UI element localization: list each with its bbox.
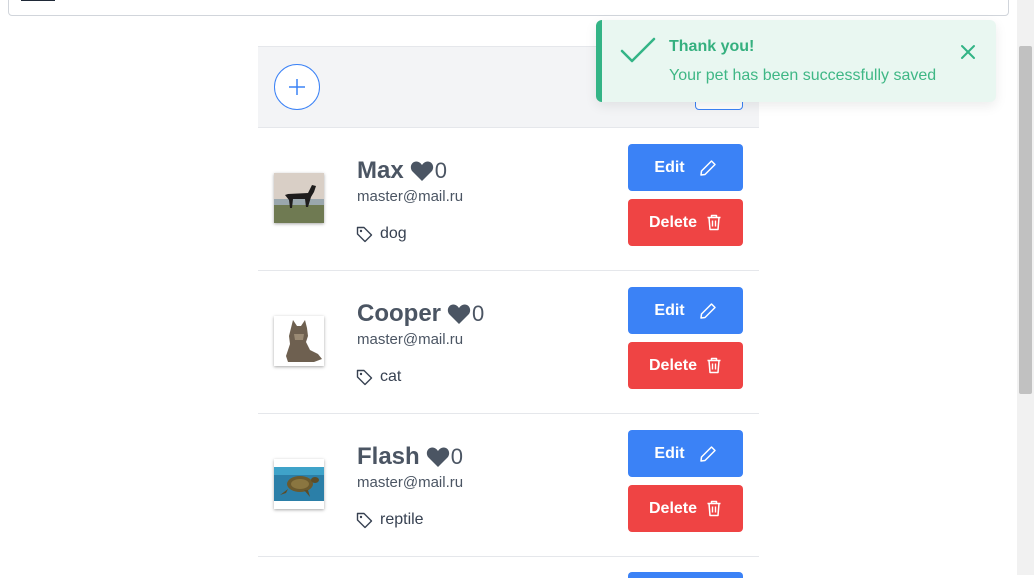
checkmark-icon [620, 37, 656, 63]
delete-label: Delete [648, 213, 698, 231]
delete-label: Delete [648, 499, 698, 517]
plus-icon [289, 79, 305, 95]
delete-label: Delete [648, 356, 698, 374]
pet-name: Flash [357, 443, 420, 470]
pet-name-line: Flash 0 [357, 442, 463, 472]
pet-tag: cat [356, 368, 401, 386]
edit-label: Edit [654, 301, 685, 319]
heart-icon[interactable] [447, 303, 471, 325]
close-icon[interactable] [958, 42, 978, 62]
delete-button[interactable]: Delete [628, 485, 743, 532]
pet-name-line: Cooper 0 [357, 299, 484, 329]
edit-label: Edit [654, 444, 685, 462]
edit-button[interactable]: Edit [628, 287, 743, 334]
top-header [8, 0, 1009, 16]
like-count: 0 [434, 158, 447, 183]
trash-icon [706, 500, 722, 517]
pet-name-line: Max 0 [357, 156, 447, 186]
toast-message: Your pet has been successfully saved [669, 67, 937, 84]
owner-email: master@mail.ru [357, 188, 464, 205]
pencil-icon [699, 445, 717, 463]
tag-icon [356, 512, 373, 528]
delete-button[interactable]: Delete [628, 199, 743, 246]
pencil-icon [699, 159, 717, 177]
header-logo-mark [21, 0, 55, 1]
heart-icon[interactable] [410, 160, 434, 182]
trash-icon [706, 214, 722, 231]
tag-label: dog [380, 225, 407, 242]
pet-photo [274, 316, 324, 366]
add-pet-button[interactable] [274, 64, 320, 110]
owner-email: master@mail.ru [357, 474, 464, 491]
heart-icon[interactable] [426, 446, 450, 468]
like-count: 0 [472, 301, 485, 326]
vertical-scrollbar[interactable] [1017, 0, 1034, 575]
next-row-edit-button[interactable] [628, 572, 743, 578]
success-toast: Thank you! Your pet has been successfull… [596, 20, 996, 102]
pet-card: Flash 0 master@mail.ru reptile Edit Dele… [258, 414, 759, 557]
pet-tag: dog [356, 225, 407, 243]
pet-name: Cooper [357, 300, 441, 327]
trash-icon [706, 357, 722, 374]
owner-email: master@mail.ru [357, 331, 464, 348]
tag-label: cat [380, 368, 402, 385]
pet-card: Max 0 master@mail.ru dog Edit Delete [258, 128, 759, 271]
like-count: 0 [450, 444, 463, 469]
toast-title: Thank you! [669, 38, 755, 55]
edit-button[interactable]: Edit [628, 430, 743, 477]
pet-photo [274, 173, 324, 223]
tag-icon [356, 226, 373, 242]
pet-card: Cooper 0 master@mail.ru cat Edit Delete [258, 271, 759, 414]
edit-label: Edit [654, 158, 685, 176]
pencil-icon [699, 302, 717, 320]
pet-list-panel: Max 0 master@mail.ru dog Edit Delete Coo… [258, 46, 759, 586]
tag-icon [356, 369, 373, 385]
tag-label: reptile [380, 511, 424, 528]
scrollbar-thumb[interactable] [1019, 46, 1032, 394]
pet-tag: reptile [356, 511, 424, 529]
edit-button[interactable]: Edit [628, 144, 743, 191]
pet-name: Max [357, 157, 404, 184]
delete-button[interactable]: Delete [628, 342, 743, 389]
pet-photo [274, 459, 324, 509]
